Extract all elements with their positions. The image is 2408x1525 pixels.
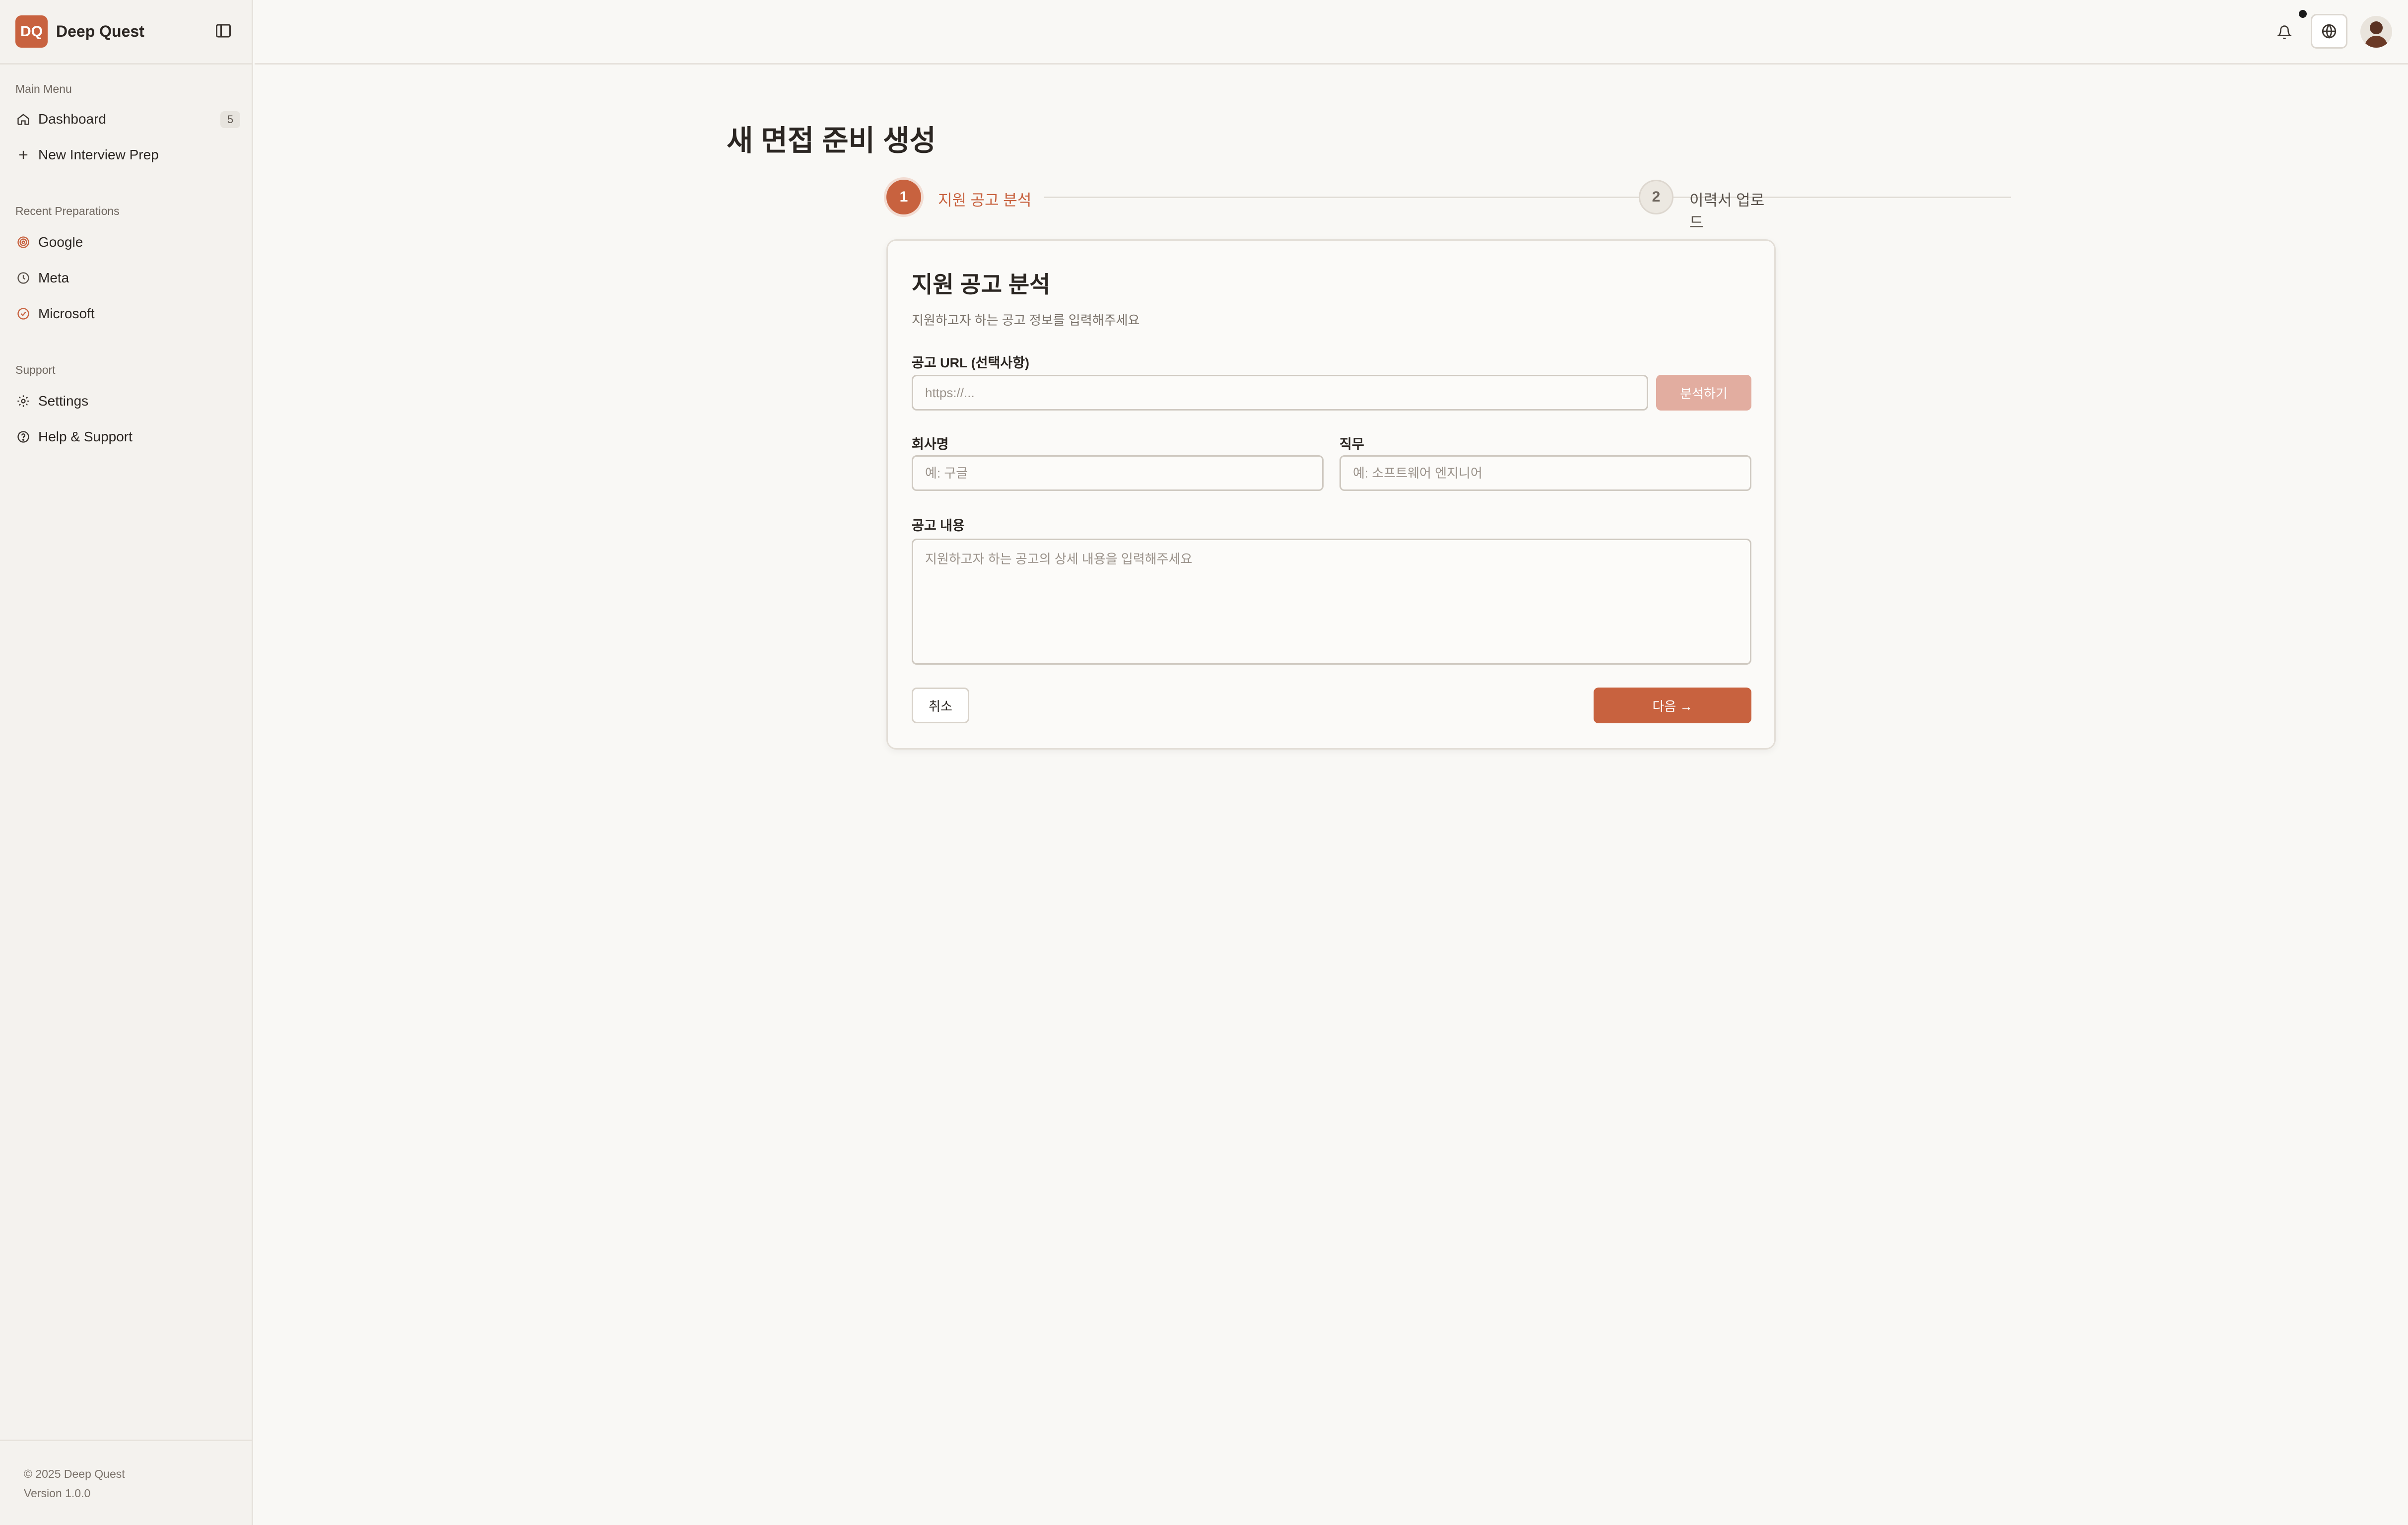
- globe-icon[interactable]: [2311, 14, 2347, 49]
- sidebar-item-meta[interactable]: Meta: [12, 264, 240, 292]
- brand-name: Deep Quest: [56, 22, 144, 40]
- page-title: 새 면접 준비 생성: [727, 125, 936, 157]
- clock-icon: [16, 271, 31, 285]
- cancel-button[interactable]: 취소: [912, 688, 969, 723]
- card-subtitle: 지원하고자 하는 공고 정보를 입력해주세요: [912, 313, 1140, 328]
- sidebar-toggle-icon[interactable]: [214, 22, 232, 40]
- sidebar-item-new-interview-prep[interactable]: New Interview Prep: [12, 141, 240, 169]
- stepper: 1 지원 공고 분석 2 이력서 업로드: [886, 180, 2011, 231]
- brand[interactable]: DQ Deep Quest: [15, 15, 144, 48]
- support-label: Support: [15, 363, 56, 376]
- step-2-label: 이력서 업로드: [1689, 192, 1765, 231]
- avatar[interactable]: [2360, 16, 2392, 48]
- main-menu-label: Main Menu: [15, 82, 72, 95]
- stepper-connector: [1044, 197, 2011, 198]
- sidebar-item-label: Microsoft: [38, 306, 95, 321]
- gear-icon: [16, 394, 31, 409]
- notification-dot: [2299, 10, 2307, 18]
- copyright-text: © 2025 Deep Quest: [24, 1467, 125, 1480]
- sidebar-item-google[interactable]: Google: [12, 228, 240, 256]
- sidebar-item-microsoft[interactable]: Microsoft: [12, 300, 240, 328]
- divider: [0, 1440, 253, 1441]
- step-1-indicator: 1: [886, 180, 921, 214]
- top-bar: [255, 0, 2408, 65]
- version-text: Version 1.0.0: [24, 1487, 91, 1500]
- brand-logo: DQ: [15, 15, 48, 48]
- bell-icon[interactable]: [2272, 20, 2297, 45]
- analyze-button[interactable]: 분석하기: [1656, 375, 1751, 411]
- card-title: 지원 공고 분석: [912, 272, 1051, 297]
- sidebar-item-label: Settings: [38, 393, 89, 409]
- step-1-label: 지원 공고 분석: [938, 192, 1032, 209]
- sidebar: DQ Deep Quest Main Menu Dashboard 5 New …: [0, 0, 253, 1525]
- url-input[interactable]: [912, 375, 1648, 411]
- sidebar-item-label: Help & Support: [38, 429, 133, 444]
- sidebar-item-label: New Interview Prep: [38, 147, 159, 162]
- sidebar-item-help-support[interactable]: Help & Support: [12, 423, 240, 451]
- plus-icon: [16, 147, 31, 162]
- step-2-indicator: 2: [1639, 180, 1673, 214]
- sidebar-item-label: Dashboard: [38, 111, 106, 127]
- dashboard-count-badge: 5: [220, 111, 240, 128]
- sidebar-item-dashboard[interactable]: Dashboard 5: [12, 105, 240, 133]
- company-label: 회사명: [912, 437, 949, 452]
- sidebar-item-label: Google: [38, 234, 83, 250]
- target-icon: [16, 235, 31, 250]
- help-circle-icon: [16, 429, 31, 444]
- check-circle-icon: [16, 306, 31, 321]
- sidebar-item-settings[interactable]: Settings: [12, 387, 240, 415]
- url-label: 공고 URL (선택사항): [912, 355, 1030, 370]
- role-label: 직무: [1339, 437, 1364, 452]
- role-input[interactable]: [1339, 455, 1751, 491]
- recent-preparations-label: Recent Preparations: [15, 205, 120, 217]
- next-button[interactable]: 다음 →: [1594, 688, 1751, 723]
- sidebar-item-label: Meta: [38, 270, 69, 285]
- home-icon: [16, 112, 31, 127]
- content-label: 공고 내용: [912, 518, 965, 533]
- divider: [0, 63, 253, 65]
- content-textarea[interactable]: [912, 539, 1751, 665]
- job-posting-card: 지원 공고 분석 지원하고자 하는 공고 정보를 입력해주세요 공고 URL (…: [886, 239, 1776, 750]
- company-input[interactable]: [912, 455, 1324, 491]
